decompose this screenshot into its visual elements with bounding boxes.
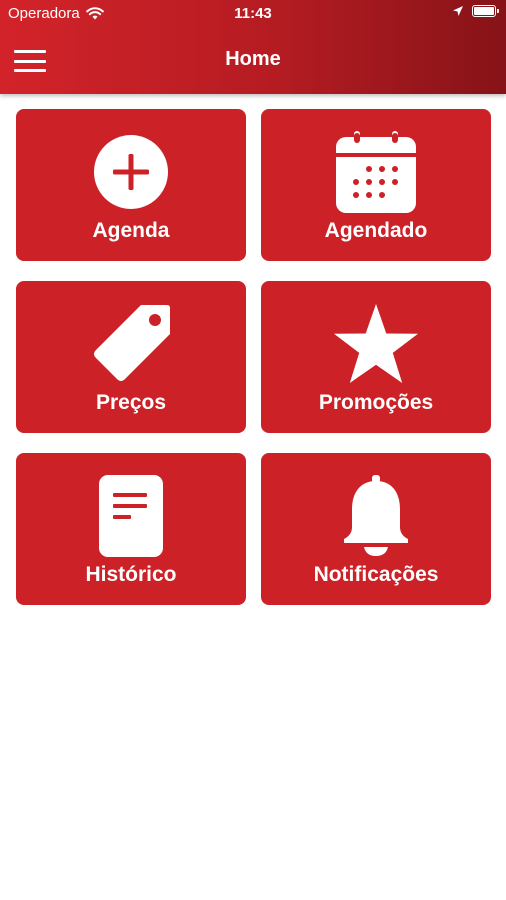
- tile-agenda[interactable]: Agenda: [16, 109, 246, 261]
- app-header: Operadora 11:43 Home: [0, 0, 506, 94]
- location-arrow-icon: [453, 6, 463, 16]
- calendar-icon: [336, 131, 416, 213]
- home-menu-grid: Agenda Agendado Preços Promoções Históri…: [16, 109, 491, 605]
- tile-label: Agenda: [92, 219, 170, 242]
- tile-notificacoes[interactable]: Notificações: [261, 453, 491, 605]
- tile-label: Promoções: [318, 391, 434, 414]
- tile-promocoes[interactable]: Promoções: [261, 281, 491, 433]
- navigation-bar: Home: [0, 40, 506, 82]
- tile-agendado[interactable]: Agendado: [261, 109, 491, 261]
- star-icon: [334, 304, 418, 383]
- tile-label: Agendado: [324, 219, 428, 242]
- battery-icon: [472, 5, 499, 17]
- status-bar: Operadora 11:43: [0, 0, 506, 26]
- tile-label: Notificações: [313, 563, 439, 586]
- status-indicators: [452, 5, 499, 17]
- tile-precos[interactable]: Preços: [16, 281, 246, 433]
- status-time: 11:43: [234, 5, 272, 22]
- page-title: Home: [225, 48, 281, 70]
- tile-label: Histórico: [85, 563, 177, 586]
- price-tag-icon: [94, 305, 170, 381]
- tile-historico[interactable]: Histórico: [16, 453, 246, 605]
- tile-label: Preços: [95, 391, 167, 414]
- plus-circle-icon: [94, 135, 168, 209]
- document-icon: [99, 475, 163, 557]
- bell-icon: [344, 475, 408, 556]
